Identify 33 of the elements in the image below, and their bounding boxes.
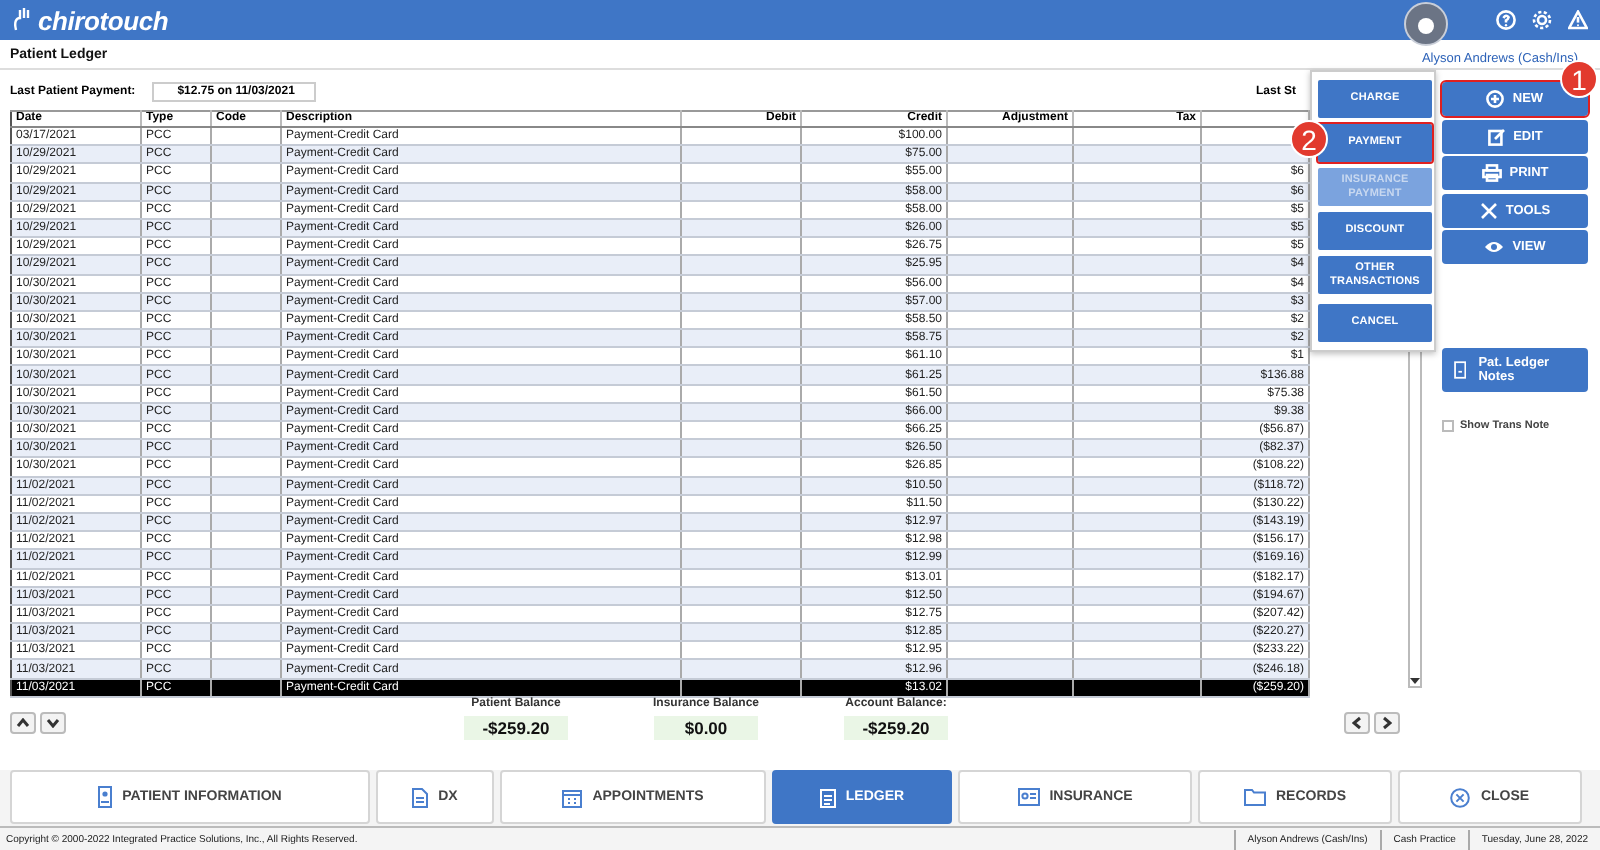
avatar-icon[interactable] bbox=[1404, 2, 1448, 46]
scroll-down-button[interactable] bbox=[40, 712, 66, 734]
card-icon bbox=[1017, 788, 1040, 806]
chevron-up-icon bbox=[16, 718, 30, 728]
next-button[interactable] bbox=[1374, 712, 1400, 734]
balance-value: -$259.20 bbox=[464, 716, 568, 740]
settings-icon[interactable] bbox=[1532, 10, 1552, 30]
chevron-left-icon bbox=[1352, 716, 1362, 730]
plus-icon bbox=[1486, 90, 1505, 108]
clipboard-icon bbox=[819, 787, 836, 807]
logo-icon bbox=[12, 8, 32, 32]
id-badge-icon bbox=[98, 786, 113, 808]
warning-icon[interactable] bbox=[1568, 10, 1588, 30]
checkbox[interactable] bbox=[1442, 419, 1454, 432]
previous-button[interactable] bbox=[1344, 712, 1370, 734]
folder-icon bbox=[1243, 788, 1266, 806]
note-icon bbox=[1454, 359, 1467, 380]
document-icon bbox=[412, 787, 429, 807]
calendar-icon bbox=[562, 787, 583, 807]
eye-icon bbox=[1484, 240, 1505, 255]
balance-value: $0.00 bbox=[654, 716, 758, 740]
step-badge: 1 bbox=[1560, 60, 1598, 98]
caret-down-icon bbox=[1410, 678, 1420, 686]
scroll-up-button[interactable] bbox=[10, 712, 36, 734]
printer-icon bbox=[1481, 164, 1502, 183]
logo: chirotouch bbox=[38, 5, 169, 35]
edit-icon bbox=[1487, 127, 1506, 146]
tools-icon bbox=[1479, 201, 1498, 220]
chevron-right-icon bbox=[1382, 716, 1392, 730]
chevron-down-icon bbox=[46, 718, 60, 728]
close-icon bbox=[1450, 787, 1471, 807]
balance-value: -$259.20 bbox=[844, 716, 948, 740]
help-icon[interactable] bbox=[1496, 10, 1516, 30]
